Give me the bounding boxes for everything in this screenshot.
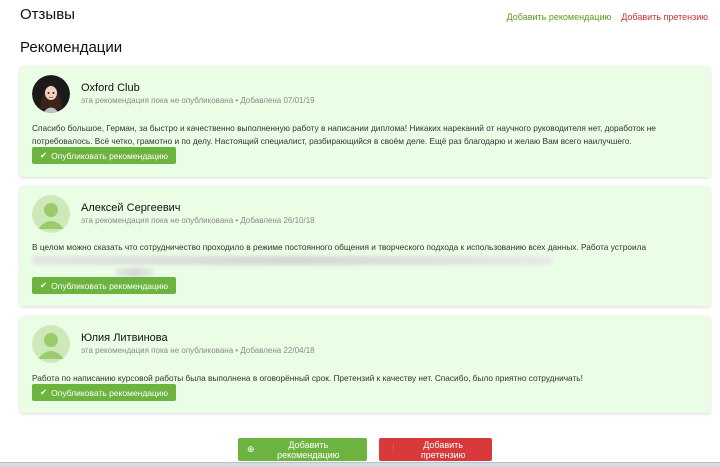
page-title: Отзывы bbox=[20, 6, 75, 23]
redacted-text bbox=[32, 255, 552, 265]
review-meta: эта рекомендация пока не опубликована • … bbox=[81, 346, 315, 355]
review-card: Юлия Литвинова эта рекомендация пока не … bbox=[20, 316, 710, 413]
review-author[interactable]: Алексей Сергеевич bbox=[81, 202, 181, 214]
avatar bbox=[32, 195, 70, 233]
plus-circle-icon: ⊕ bbox=[247, 444, 255, 454]
publish-button[interactable]: ✔ Опубликовать рекомендацию bbox=[32, 277, 177, 294]
alert-circle-icon: ❗ bbox=[388, 444, 400, 454]
review-text: Работа по написанию курсовой работы была… bbox=[32, 373, 583, 383]
publish-button-label: Опубликовать рекомендацию bbox=[51, 387, 169, 398]
add-recommendation-button-label: Добавить рекомендацию bbox=[277, 439, 340, 460]
default-user-icon bbox=[32, 195, 70, 233]
avatar-photo-icon bbox=[32, 75, 70, 113]
add-claim-button[interactable]: ❗ Добавить претензию bbox=[379, 438, 492, 461]
review-author[interactable]: Юлия Литвинова bbox=[81, 332, 168, 344]
publish-button[interactable]: ✔ Опубликовать рекомендацию bbox=[32, 384, 177, 401]
publish-button-label: Опубликовать рекомендацию bbox=[51, 280, 169, 291]
taskbar bbox=[0, 462, 720, 467]
review-meta: эта рекомендация пока не опубликована • … bbox=[81, 216, 315, 225]
review-card: Алексей Сергеевич эта рекомендация пока … bbox=[20, 186, 710, 306]
add-recommendation-link[interactable]: Добавить рекомендацию bbox=[507, 12, 612, 22]
section-title: Рекомендации bbox=[20, 39, 123, 56]
add-claim-link[interactable]: Добавить претензию bbox=[621, 12, 708, 22]
redacted-text bbox=[116, 268, 154, 278]
review-meta: эта рекомендация пока не опубликована • … bbox=[81, 96, 315, 105]
check-icon: ✔ bbox=[40, 150, 48, 160]
publish-button-label: Опубликовать рекомендацию bbox=[51, 150, 169, 161]
top-links: Добавить рекомендацию Добавить претензию bbox=[507, 12, 708, 22]
publish-button[interactable]: ✔ Опубликовать рекомендацию bbox=[32, 147, 177, 164]
review-text: Спасибо большое, Герман, за быстро и кач… bbox=[32, 123, 656, 146]
review-author[interactable]: Oxford Club bbox=[81, 82, 140, 94]
default-user-icon bbox=[32, 325, 70, 363]
check-icon: ✔ bbox=[40, 280, 48, 290]
check-icon: ✔ bbox=[40, 387, 48, 397]
bottom-actions: ⊕ Добавить рекомендацию ❗ Добавить прете… bbox=[238, 438, 492, 461]
review-text-container: В целом можно сказать что сотрудничество… bbox=[32, 241, 692, 279]
avatar bbox=[32, 325, 70, 363]
add-recommendation-button[interactable]: ⊕ Добавить рекомендацию bbox=[238, 438, 367, 461]
review-text: В целом можно сказать что сотрудничество… bbox=[32, 242, 647, 252]
review-card: Oxford Club эта рекомендация пока не опу… bbox=[20, 66, 710, 177]
add-claim-button-label: Добавить претензию bbox=[420, 439, 466, 460]
avatar bbox=[32, 75, 70, 113]
